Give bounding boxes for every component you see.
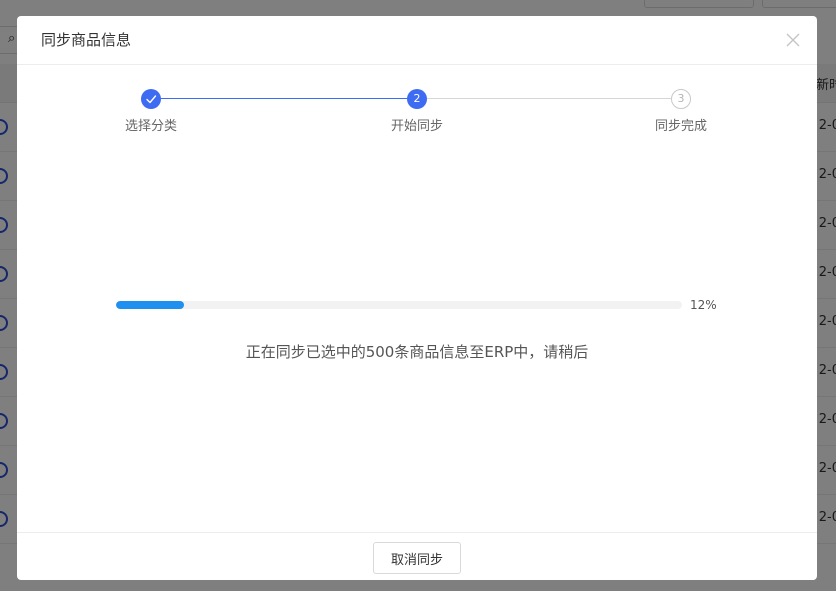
progress-bar-fill bbox=[116, 301, 184, 309]
modal-footer: 取消同步 bbox=[17, 532, 817, 580]
step-1-check-icon bbox=[141, 89, 161, 109]
step-connector-pending bbox=[427, 98, 671, 99]
modal-title: 同步商品信息 bbox=[41, 31, 132, 49]
step-connector-done bbox=[161, 98, 407, 99]
sync-modal: 同步商品信息 2 3 选择分类 开始同步 同步完成 12% 正在同步已选中的50… bbox=[17, 16, 817, 580]
step-1-label: 选择分类 bbox=[124, 119, 177, 134]
progress-bar bbox=[116, 301, 682, 309]
step-2-label: 开始同步 bbox=[390, 119, 443, 134]
cancel-sync-button[interactable]: 取消同步 bbox=[373, 542, 461, 574]
step-3-label: 同步完成 bbox=[654, 119, 707, 134]
modal-header: 同步商品信息 bbox=[17, 16, 817, 65]
step-3-number: 3 bbox=[671, 89, 691, 109]
close-icon[interactable] bbox=[783, 30, 803, 50]
step-2-number: 2 bbox=[407, 89, 427, 109]
progress-percent: 12% bbox=[690, 298, 717, 312]
sync-status-message: 正在同步已选中的500条商品信息至ERP中，请稍后 bbox=[245, 343, 589, 361]
